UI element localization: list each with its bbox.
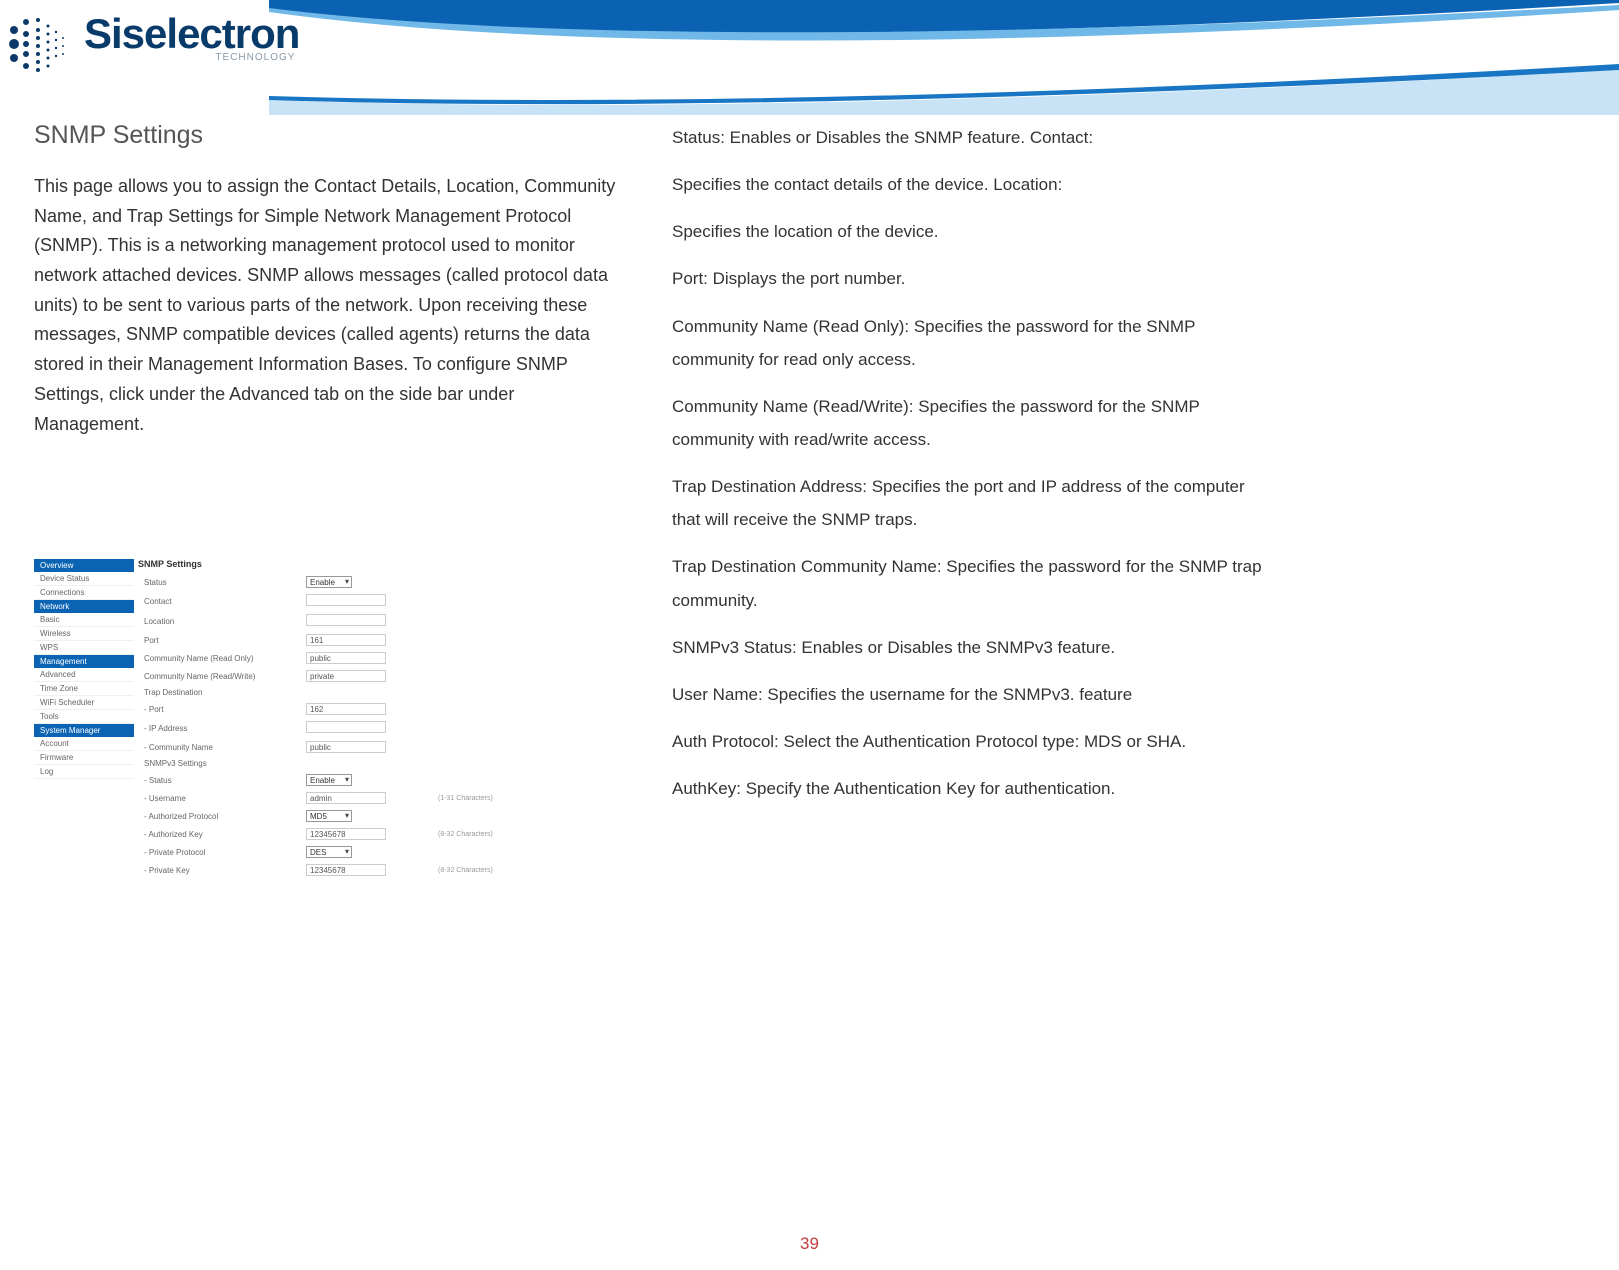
- contact-input[interactable]: [306, 594, 386, 606]
- sidebar-item-wireless[interactable]: Wireless: [34, 627, 134, 641]
- page-header: Siselectron TECHNOLOGY: [0, 0, 1619, 115]
- label-trap-cn: - Community Name: [140, 739, 300, 755]
- desc-auth-proto: Auth Protocol: Select the Authentication…: [672, 725, 1272, 758]
- snmp-form: SNMP Settings Status Enable Contact Locat…: [138, 559, 564, 880]
- desc-port: Port: Displays the port number.: [672, 262, 1272, 295]
- desc-v3-user: User Name: Specifies the username for th…: [672, 678, 1272, 711]
- brand-sub: TECHNOLOGY: [84, 52, 299, 63]
- label-contact: Contact: [140, 592, 300, 610]
- label-v3-settings: SNMPv3 Settings: [140, 757, 562, 770]
- header-swoosh-icon: [269, 0, 1619, 115]
- hint-v3-privk: (8-32 Characters): [434, 862, 562, 878]
- sidebar-item-wps[interactable]: WPS: [34, 641, 134, 655]
- desc-cn-rw: Community Name (Read/Write): Specifies t…: [672, 390, 1272, 456]
- brand-name: Siselectron: [84, 10, 299, 58]
- desc-cn-ro: Community Name (Read Only): Specifies th…: [672, 310, 1272, 376]
- sidebar-item-log[interactable]: Log: [34, 765, 134, 779]
- label-status: Status: [140, 574, 300, 590]
- community-rw-input[interactable]: private: [306, 670, 386, 682]
- sidebar-item-timezone[interactable]: Time Zone: [34, 682, 134, 696]
- sidebar-section-management[interactable]: Management: [34, 655, 134, 668]
- desc-auth-key: AuthKey: Specify the Authentication Key …: [672, 772, 1272, 805]
- form-table: Status Enable Contact Location Port 161 Co…: [138, 572, 564, 880]
- hint-v3-authk: (8-32 Characters): [434, 826, 562, 842]
- label-v3-status: - Status: [140, 772, 300, 788]
- sidebar-item-tools[interactable]: Tools: [34, 710, 134, 724]
- sidebar-section-system[interactable]: System Manager: [34, 724, 134, 737]
- v3-authp-select[interactable]: MD5: [306, 810, 352, 822]
- brand-logo: Siselectron TECHNOLOGY: [8, 10, 299, 78]
- trap-cn-input[interactable]: public: [306, 741, 386, 753]
- desc-location: Specifies the location of the device.: [672, 215, 1272, 248]
- community-ro-input[interactable]: public: [306, 652, 386, 664]
- desc-trap-addr: Trap Destination Address: Specifies the …: [672, 470, 1272, 536]
- sidebar-item-connections[interactable]: Connections: [34, 586, 134, 600]
- sidebar-item-advanced[interactable]: Advanced: [34, 668, 134, 682]
- intro-text: This page allows you to assign the Conta…: [34, 172, 624, 439]
- sidebar-item-firmware[interactable]: Firmware: [34, 751, 134, 765]
- status-select[interactable]: Enable: [306, 576, 352, 588]
- trap-port-input[interactable]: 162: [306, 703, 386, 715]
- label-trap-ip: - IP Address: [140, 719, 300, 737]
- page-number: 39: [0, 1234, 1619, 1254]
- port-input[interactable]: 161: [306, 634, 386, 646]
- sidebar-item-device-status[interactable]: Device Status: [34, 572, 134, 586]
- description-column: Status: Enables or Disables the SNMP fea…: [672, 121, 1272, 880]
- sidebar-item-account[interactable]: Account: [34, 737, 134, 751]
- page-title: SNMP Settings: [34, 121, 624, 150]
- hint-v3-user: (1-31 Characters): [434, 790, 562, 806]
- sidebar-item-wifi-scheduler[interactable]: WiFi Scheduler: [34, 696, 134, 710]
- v3-status-select[interactable]: Enable: [306, 774, 352, 786]
- label-cn-ro: Community Name (Read Only): [140, 650, 300, 666]
- trap-ip-input[interactable]: [306, 721, 386, 733]
- sidebar-section-overview[interactable]: Overview: [34, 559, 134, 572]
- desc-v3-status: SNMPv3 Status: Enables or Disables the S…: [672, 631, 1272, 664]
- label-trap-destination: Trap Destination: [140, 686, 562, 699]
- label-v3-privk: - Private Key: [140, 862, 300, 878]
- snmp-settings-screenshot: Overview Device Status Connections Netwo…: [34, 559, 564, 880]
- desc-trap-cn: Trap Destination Community Name: Specifi…: [672, 550, 1272, 616]
- label-v3-user: - Username: [140, 790, 300, 806]
- sidebar: Overview Device Status Connections Netwo…: [34, 559, 134, 779]
- v3-user-input[interactable]: admin: [306, 792, 386, 804]
- label-port: Port: [140, 632, 300, 648]
- location-input[interactable]: [306, 614, 386, 626]
- desc-status: Status: Enables or Disables the SNMP fea…: [672, 121, 1272, 154]
- desc-contact: Specifies the contact details of the dev…: [672, 168, 1272, 201]
- sidebar-section-network[interactable]: Network: [34, 600, 134, 613]
- label-location: Location: [140, 612, 300, 630]
- v3-authk-input[interactable]: 12345678: [306, 828, 386, 840]
- label-v3-authk: - Authorized Key: [140, 826, 300, 842]
- form-title: SNMP Settings: [138, 559, 564, 569]
- label-cn-rw: Community Name (Read/Write): [140, 668, 300, 684]
- v3-privp-select[interactable]: DES: [306, 846, 352, 858]
- sidebar-item-basic[interactable]: Basic: [34, 613, 134, 627]
- v3-privk-input[interactable]: 12345678: [306, 864, 386, 876]
- label-trap-port: - Port: [140, 701, 300, 717]
- label-v3-privp: - Private Protocol: [140, 844, 300, 860]
- logo-dotmark-icon: [8, 10, 76, 78]
- label-v3-authp: - Authorized Protocol: [140, 808, 300, 824]
